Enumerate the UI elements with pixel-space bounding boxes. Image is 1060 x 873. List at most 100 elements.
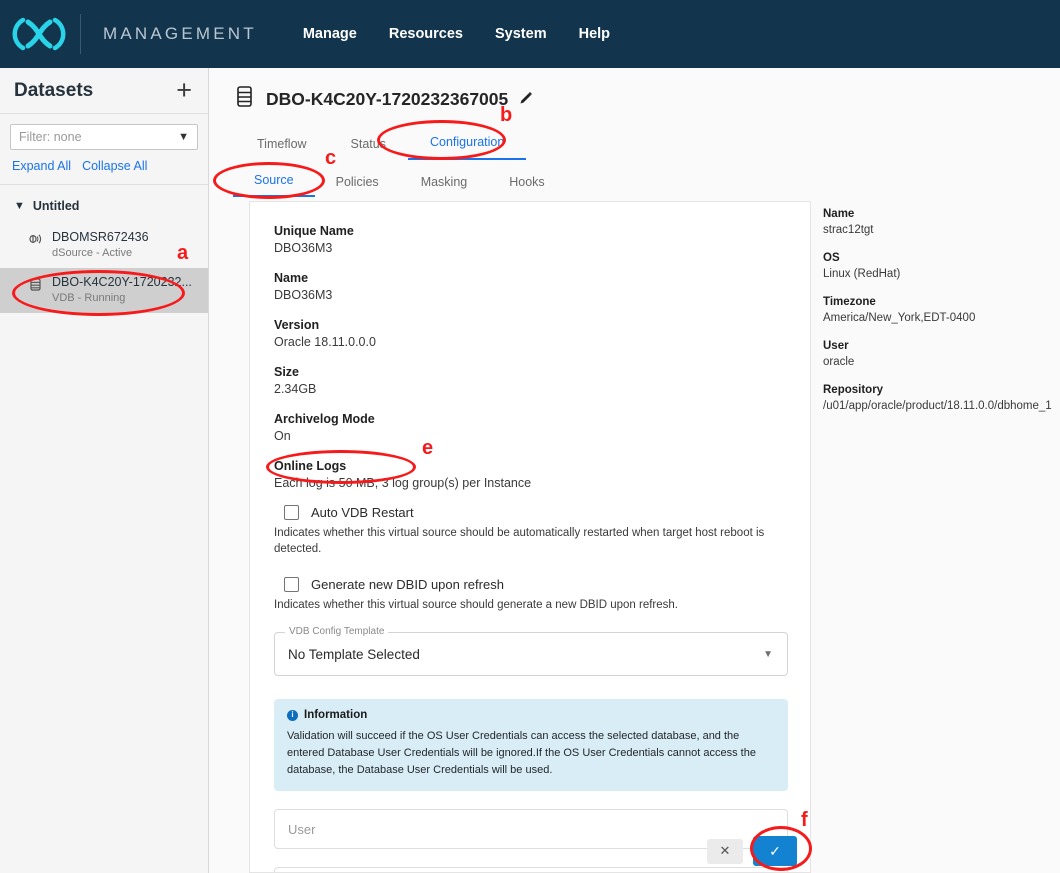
sidebar-item-status: dSource - Active bbox=[52, 246, 149, 260]
field-value: On bbox=[274, 428, 788, 444]
field-archivelog-mode: Archivelog Mode On bbox=[274, 411, 788, 444]
filter-icon[interactable]: ▼ bbox=[178, 131, 189, 143]
nav-item-resources[interactable]: Resources bbox=[389, 26, 463, 42]
field-label: Size bbox=[274, 364, 788, 380]
info-icon: i bbox=[287, 710, 298, 721]
confirm-button[interactable]: ✓ bbox=[753, 836, 797, 866]
sidebar-item-name: DBOMSR672436 bbox=[52, 230, 149, 245]
filter-input[interactable]: Filter: none ▼ bbox=[10, 124, 198, 150]
env-field-label: User bbox=[823, 339, 1060, 354]
env-field-value: strac12tgt bbox=[823, 223, 1060, 238]
generate-dbid-label: Generate new DBID upon refresh bbox=[311, 577, 504, 592]
generate-dbid-row[interactable]: Generate new DBID upon refresh bbox=[284, 577, 788, 592]
field-online-logs: Online Logs Each log is 50 MB, 3 log gro… bbox=[274, 458, 788, 491]
datasets-sidebar: Datasets + Filter: none ▼ Expand All Col… bbox=[0, 68, 209, 873]
sidebar-item-text: DBO-K4C20Y-1720232... VDB - Running bbox=[52, 275, 192, 305]
env-field-user: User oracle bbox=[823, 339, 1060, 370]
filter-row: Filter: none ▼ bbox=[0, 114, 208, 150]
env-field-repository: Repository /u01/app/oracle/product/18.11… bbox=[823, 383, 1060, 414]
sidebar-header: Datasets + bbox=[0, 68, 208, 114]
tab-policies[interactable]: Policies bbox=[315, 175, 400, 197]
env-field-value: /u01/app/oracle/product/18.11.0.0/dbhome… bbox=[823, 399, 1060, 414]
field-version: Version Oracle 18.11.0.0.0 bbox=[274, 317, 788, 350]
generate-dbid-checkbox[interactable] bbox=[284, 577, 299, 592]
sidebar-title: Datasets bbox=[14, 80, 93, 102]
information-panel: i Information Validation will succeed if… bbox=[274, 699, 788, 791]
tab-status[interactable]: Status bbox=[329, 137, 408, 160]
source-config-form: Unique Name DBO36M3 Name DBO36M3 Version… bbox=[250, 202, 810, 873]
plus-icon[interactable]: + bbox=[176, 77, 192, 104]
information-header: i Information bbox=[287, 709, 775, 721]
env-field-value: oracle bbox=[823, 355, 1060, 370]
chevron-down-icon[interactable]: ▼ bbox=[14, 200, 25, 212]
brand-logo[interactable] bbox=[0, 17, 78, 51]
dsource-icon bbox=[28, 232, 43, 252]
delphix-logo-icon bbox=[9, 17, 69, 51]
filter-placeholder: Filter: none bbox=[19, 130, 82, 144]
main-content: DBO-K4C20Y-1720232367005 Timeflow Status… bbox=[209, 68, 1060, 873]
field-value: DBO36M3 bbox=[274, 240, 788, 256]
environment-info-panel: Name strac12tgt OS Linux (RedHat) Timezo… bbox=[815, 201, 1060, 427]
auto-vdb-restart-row[interactable]: Auto VDB Restart bbox=[284, 505, 788, 520]
nav-item-system[interactable]: System bbox=[495, 26, 547, 42]
env-field-label: Name bbox=[823, 207, 1060, 222]
sidebar-item-status: VDB - Running bbox=[52, 291, 192, 305]
field-label: Archivelog Mode bbox=[274, 411, 788, 427]
logo-divider bbox=[80, 14, 81, 54]
sidebar-item-name: DBO-K4C20Y-1720232... bbox=[52, 275, 192, 290]
sidebar-group-untitled[interactable]: ▼ Untitled bbox=[0, 185, 208, 223]
primary-tabs: Timeflow Status Configuration bbox=[209, 114, 1060, 160]
nav-item-help[interactable]: Help bbox=[579, 26, 610, 42]
field-value: Each log is 50 MB, 3 log group(s) per In… bbox=[274, 475, 788, 491]
auto-vdb-restart-checkbox[interactable] bbox=[284, 505, 299, 520]
information-title: Information bbox=[304, 709, 367, 721]
pencil-icon[interactable] bbox=[519, 91, 533, 108]
env-field-name: Name strac12tgt bbox=[823, 207, 1060, 238]
secondary-tabs: Source Policies Masking Hooks bbox=[209, 160, 1060, 197]
tab-masking[interactable]: Masking bbox=[400, 175, 489, 197]
tab-hooks[interactable]: Hooks bbox=[488, 175, 565, 197]
sidebar-item-text: DBOMSR672436 dSource - Active bbox=[52, 230, 149, 260]
vdb-config-template-select[interactable]: VDB Config Template No Template Selected… bbox=[274, 632, 788, 676]
env-field-label: Repository bbox=[823, 383, 1060, 398]
field-label: Online Logs bbox=[274, 458, 788, 474]
app-root: MANAGEMENT Manage Resources System Help … bbox=[0, 0, 1060, 873]
field-label: Version bbox=[274, 317, 788, 333]
field-value: DBO36M3 bbox=[274, 287, 788, 303]
nav-items: Manage Resources System Help bbox=[303, 26, 610, 42]
env-field-os: OS Linux (RedHat) bbox=[823, 251, 1060, 282]
tab-timeflow[interactable]: Timeflow bbox=[235, 137, 329, 160]
field-label: Name bbox=[274, 270, 788, 286]
cancel-button[interactable]: ✕ bbox=[707, 839, 743, 864]
auto-vdb-restart-description: Indicates whether this virtual source sh… bbox=[274, 525, 788, 557]
sidebar-item-dbo-k4c20y[interactable]: DBO-K4C20Y-1720232... VDB - Running bbox=[0, 268, 208, 313]
tab-configuration[interactable]: Configuration bbox=[408, 135, 526, 160]
chevron-down-icon[interactable]: ▼ bbox=[763, 649, 773, 660]
env-field-value: America/New_York,EDT-0400 bbox=[823, 311, 1060, 326]
field-label: Unique Name bbox=[274, 223, 788, 239]
page-title-row: DBO-K4C20Y-1720232367005 bbox=[209, 68, 1060, 114]
expand-collapse-links: Expand All Collapse All bbox=[0, 150, 208, 185]
expand-all-link[interactable]: Expand All bbox=[12, 159, 71, 173]
information-body: Validation will succeed if the OS User C… bbox=[287, 728, 775, 779]
form-actions: ✕ ✓ bbox=[250, 830, 811, 872]
database-icon bbox=[28, 277, 43, 297]
brand-title: MANAGEMENT bbox=[103, 24, 257, 44]
top-navigation-bar: MANAGEMENT Manage Resources System Help bbox=[0, 0, 1060, 68]
collapse-all-link[interactable]: Collapse All bbox=[82, 159, 147, 173]
nav-item-manage[interactable]: Manage bbox=[303, 26, 357, 42]
vdb-config-template-legend: VDB Config Template bbox=[285, 626, 388, 637]
generate-dbid-description: Indicates whether this virtual source sh… bbox=[274, 597, 788, 613]
page-title: DBO-K4C20Y-1720232367005 bbox=[266, 89, 508, 110]
sidebar-group-label: Untitled bbox=[33, 199, 80, 213]
env-field-label: OS bbox=[823, 251, 1060, 266]
env-field-timezone: Timezone America/New_York,EDT-0400 bbox=[823, 295, 1060, 326]
field-size: Size 2.34GB bbox=[274, 364, 788, 397]
tab-source[interactable]: Source bbox=[233, 173, 315, 197]
sidebar-item-dbomsr672436[interactable]: DBOMSR672436 dSource - Active bbox=[0, 223, 208, 268]
env-field-label: Timezone bbox=[823, 295, 1060, 310]
field-unique-name: Unique Name DBO36M3 bbox=[274, 223, 788, 256]
field-value: 2.34GB bbox=[274, 381, 788, 397]
field-name: Name DBO36M3 bbox=[274, 270, 788, 303]
env-field-value: Linux (RedHat) bbox=[823, 267, 1060, 282]
